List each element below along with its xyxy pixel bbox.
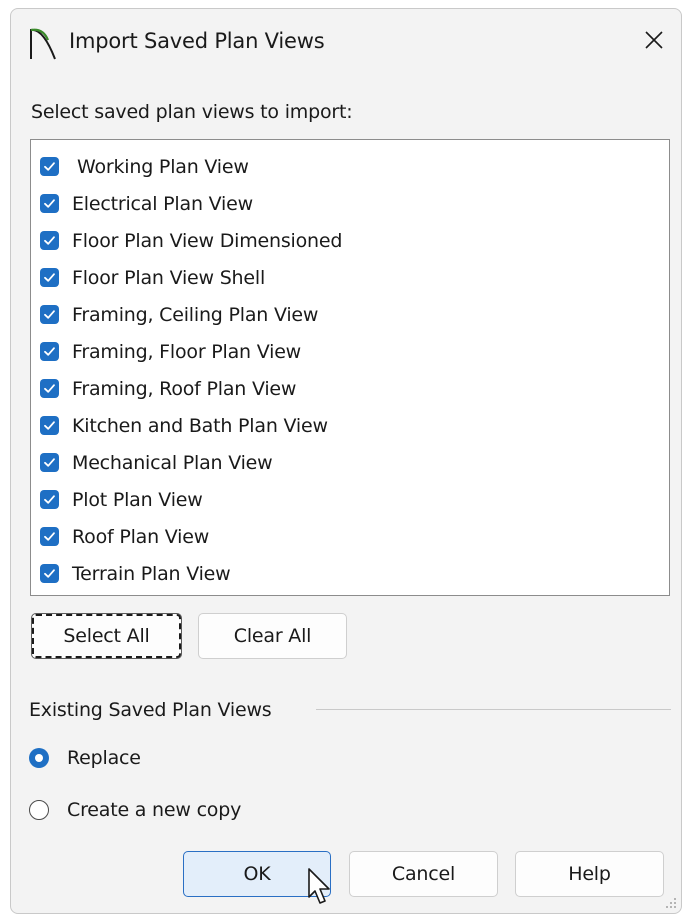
cancel-button[interactable]: Cancel: [349, 851, 498, 897]
select-all-button[interactable]: Select All: [31, 613, 182, 659]
close-button[interactable]: [637, 23, 671, 57]
close-icon: [645, 31, 663, 49]
checkmark-icon: [44, 495, 55, 504]
plan-view-checkbox[interactable]: [40, 194, 59, 213]
checkmark-icon: [44, 347, 55, 356]
plan-view-checkbox[interactable]: [40, 231, 59, 250]
resize-grip-icon[interactable]: [665, 897, 677, 909]
help-button[interactable]: Help: [515, 851, 664, 897]
plan-view-list-item[interactable]: Electrical Plan View: [40, 185, 661, 222]
existing-views-group-label: Existing Saved Plan Views: [29, 699, 272, 721]
plan-view-list-item[interactable]: Kitchen and Bath Plan View: [40, 407, 661, 444]
plan-view-list-item[interactable]: Terrain Plan View: [40, 555, 661, 592]
plan-view-checkbox[interactable]: [40, 342, 59, 361]
plan-views-list-items: Working Plan View Electrical Plan View Flo…: [40, 148, 661, 592]
plan-view-label: Electrical Plan View: [72, 192, 253, 215]
plan-view-label: Framing, Ceiling Plan View: [72, 303, 319, 326]
checkmark-icon: [44, 236, 55, 245]
plan-view-label: Kitchen and Bath Plan View: [72, 414, 328, 437]
plan-view-list-item[interactable]: Framing, Ceiling Plan View: [40, 296, 661, 333]
create-copy-radio[interactable]: [29, 800, 49, 820]
title-bar[interactable]: Import Saved Plan Views: [11, 9, 681, 75]
plan-view-label: Framing, Roof Plan View: [72, 377, 297, 400]
plan-view-list-item[interactable]: Working Plan View: [40, 148, 661, 185]
mouse-pointer-icon: [308, 868, 330, 904]
plan-view-checkbox[interactable]: [40, 453, 59, 472]
plan-view-checkbox[interactable]: [40, 268, 59, 287]
plan-view-checkbox[interactable]: [40, 157, 59, 176]
plan-view-list-item[interactable]: Floor Plan View Dimensioned: [40, 222, 661, 259]
checkmark-icon: [44, 384, 55, 393]
checkmark-icon: [44, 532, 55, 541]
checkmark-icon: [44, 162, 55, 171]
create-copy-radio-label: Create a new copy: [67, 799, 242, 821]
replace-radio-label: Replace: [67, 747, 141, 769]
plan-view-label: Roof Plan View: [72, 525, 210, 548]
checkmark-icon: [44, 310, 55, 319]
plan-view-list-item[interactable]: Plot Plan View: [40, 481, 661, 518]
plan-view-label: Framing, Floor Plan View: [72, 340, 302, 363]
checkmark-icon: [44, 199, 55, 208]
plan-view-label: Mechanical Plan View: [72, 451, 273, 474]
checkmark-icon: [44, 421, 55, 430]
checkmark-icon: [44, 569, 55, 578]
plan-view-label: Terrain Plan View: [72, 562, 231, 585]
plan-view-label: Floor Plan View Dimensioned: [72, 229, 343, 252]
window-title: Import Saved Plan Views: [69, 29, 325, 53]
checkmark-icon: [44, 273, 55, 282]
plan-view-list-item[interactable]: Floor Plan View Shell: [40, 259, 661, 296]
clear-all-button[interactable]: Clear All: [198, 613, 347, 659]
plan-view-checkbox[interactable]: [40, 527, 59, 546]
plan-view-label: Working Plan View: [77, 155, 249, 178]
plan-view-list-item[interactable]: Framing, Roof Plan View: [40, 370, 661, 407]
plan-view-label: Plot Plan View: [72, 488, 203, 511]
create-copy-radio-option[interactable]: Create a new copy: [29, 799, 241, 821]
replace-radio[interactable]: [29, 748, 49, 768]
plan-view-label: Floor Plan View Shell: [72, 266, 266, 289]
plan-view-checkbox[interactable]: [40, 564, 59, 583]
plan-views-list[interactable]: Working Plan View Electrical Plan View Flo…: [30, 139, 670, 596]
import-saved-plan-views-dialog: Import Saved Plan Views Select saved pla…: [10, 8, 682, 914]
arch-app-icon: [30, 28, 56, 60]
instruction-label: Select saved plan views to import:: [31, 101, 353, 123]
plan-view-checkbox[interactable]: [40, 379, 59, 398]
group-divider: [316, 709, 671, 710]
plan-view-checkbox[interactable]: [40, 305, 59, 324]
replace-radio-option[interactable]: Replace: [29, 747, 141, 769]
plan-view-list-item[interactable]: Framing, Floor Plan View: [40, 333, 661, 370]
plan-view-list-item[interactable]: Mechanical Plan View: [40, 444, 661, 481]
plan-view-list-item[interactable]: Roof Plan View: [40, 518, 661, 555]
checkmark-icon: [44, 458, 55, 467]
plan-view-checkbox[interactable]: [40, 490, 59, 509]
plan-view-checkbox[interactable]: [40, 416, 59, 435]
